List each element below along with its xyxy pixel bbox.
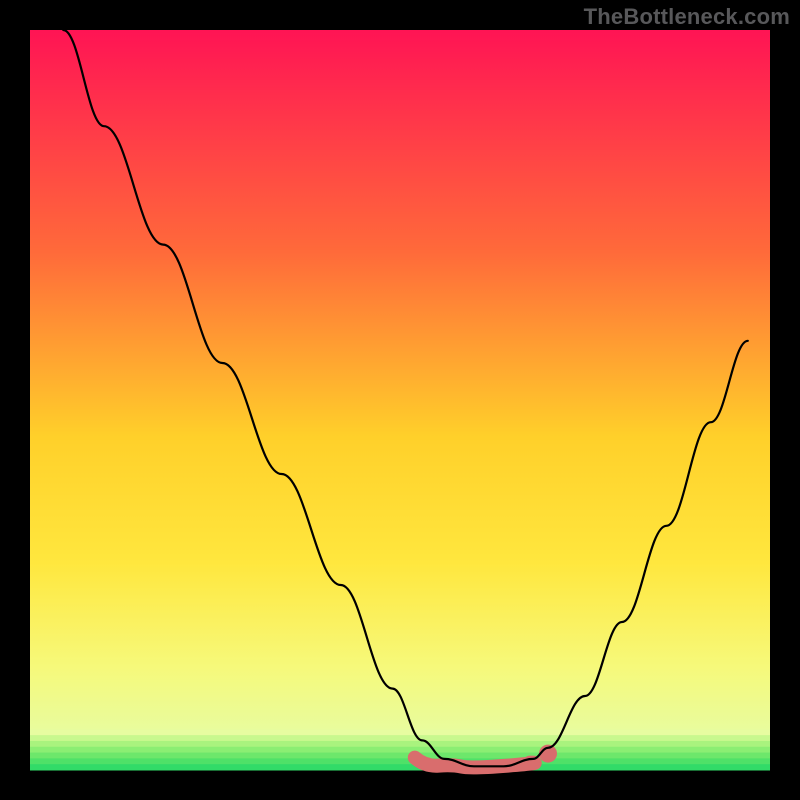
chart-background — [30, 30, 770, 770]
bottom-green-bands — [30, 729, 770, 770]
chart-frame: TheBottleneck.com — [0, 0, 800, 800]
bottleneck-chart — [0, 0, 800, 800]
